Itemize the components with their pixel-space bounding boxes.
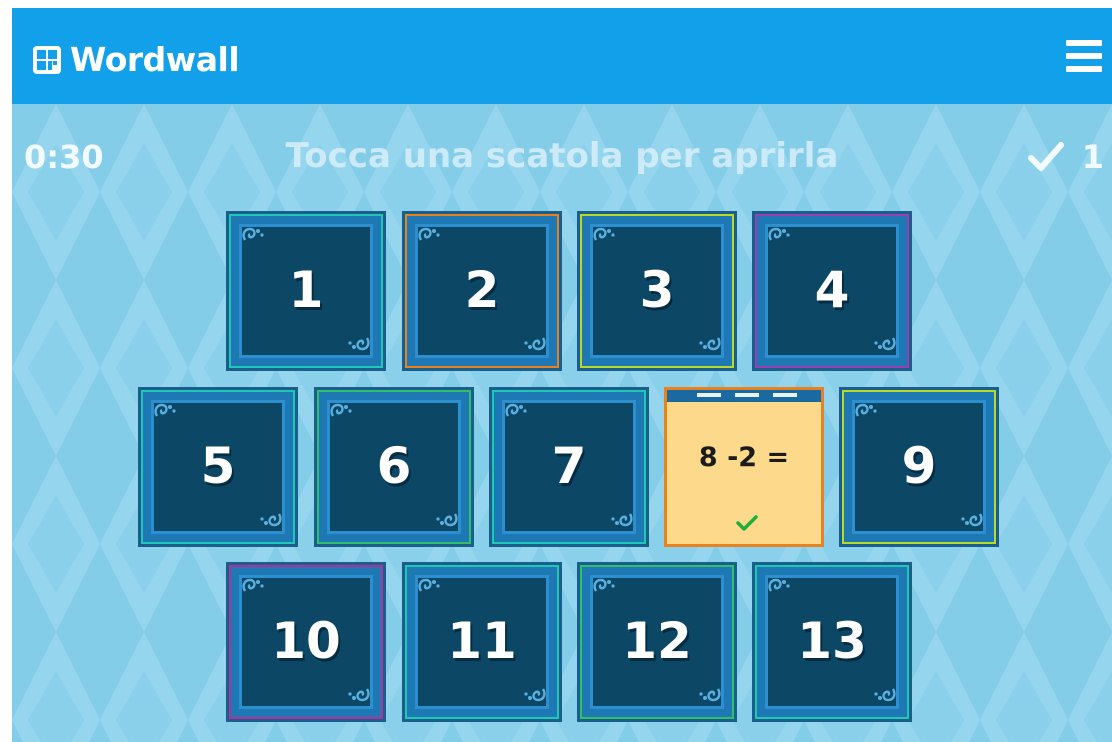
mystery-box[interactable]: 11 (402, 562, 562, 722)
score-value: 1 (1081, 138, 1104, 176)
instruction-text: Tocca una scatola per aprirla (285, 136, 839, 176)
mystery-box[interactable]: 7 (489, 387, 649, 547)
swirl-ornament-icon (329, 402, 355, 424)
swirl-ornament-icon (241, 226, 267, 248)
box-number: 7 (551, 436, 587, 495)
mystery-box[interactable]: 5 (138, 387, 298, 547)
box-number: 10 (271, 611, 341, 670)
mystery-box[interactable]: 1 (226, 211, 386, 371)
box-number: 11 (447, 611, 517, 670)
box-lid (667, 390, 821, 402)
box-number: 6 (376, 436, 412, 495)
box-number: 13 (797, 611, 867, 670)
swirl-ornament-icon (871, 685, 897, 707)
mystery-box[interactable]: 6 (314, 387, 474, 547)
swirl-ornament-icon (592, 577, 618, 599)
app-frame: Wordwall 0:30 Tocca una scatola per apri… (12, 8, 1112, 742)
mystery-box[interactable]: 13 (752, 562, 912, 722)
mystery-box[interactable]: 12 (577, 562, 737, 722)
green-check-icon (736, 515, 758, 531)
swirl-ornament-icon (608, 510, 634, 532)
swirl-ornament-icon (345, 685, 371, 707)
mystery-box[interactable]: 2 (402, 211, 562, 371)
game-board: 0:30 Tocca una scatola per aprirla 1 123… (12, 104, 1112, 742)
score-counter: 1 (1027, 138, 1104, 176)
swirl-ornament-icon (592, 226, 618, 248)
top-bar: Wordwall (12, 8, 1112, 104)
box-number: 3 (639, 260, 675, 319)
swirl-ornament-icon (504, 402, 530, 424)
swirl-ornament-icon (241, 577, 267, 599)
swirl-ornament-icon (521, 334, 547, 356)
brand-name: Wordwall (70, 40, 240, 79)
swirl-ornament-icon (345, 334, 371, 356)
swirl-ornament-icon (854, 402, 880, 424)
swirl-ornament-icon (958, 510, 984, 532)
swirl-ornament-icon (871, 334, 897, 356)
swirl-ornament-icon (417, 577, 443, 599)
box-number: 4 (814, 260, 850, 319)
mystery-box[interactable]: 3 (577, 211, 737, 371)
box-number: 5 (200, 436, 236, 495)
swirl-ornament-icon (696, 685, 722, 707)
swirl-ornament-icon (257, 510, 283, 532)
opened-box[interactable]: 8 -2 = (664, 387, 824, 547)
swirl-ornament-icon (696, 334, 722, 356)
wordwall-logo[interactable]: Wordwall (32, 40, 240, 79)
checkmark-icon (1027, 142, 1064, 171)
wordwall-logo-icon (33, 45, 61, 74)
swirl-ornament-icon (417, 226, 443, 248)
swirl-ornament-icon (521, 685, 547, 707)
box-number: 1 (288, 260, 324, 319)
box-question: 8 -2 = (698, 442, 790, 473)
swirl-ornament-icon (767, 226, 793, 248)
box-number: 2 (464, 260, 500, 319)
box-number: 9 (901, 436, 937, 495)
swirl-ornament-icon (767, 577, 793, 599)
box-number: 12 (622, 611, 692, 670)
mystery-box[interactable]: 10 (226, 562, 386, 722)
swirl-ornament-icon (433, 510, 459, 532)
mystery-box[interactable]: 9 (839, 387, 999, 547)
hamburger-menu-icon[interactable] (1066, 38, 1102, 74)
swirl-ornament-icon (153, 402, 179, 424)
mystery-box[interactable]: 4 (752, 211, 912, 371)
